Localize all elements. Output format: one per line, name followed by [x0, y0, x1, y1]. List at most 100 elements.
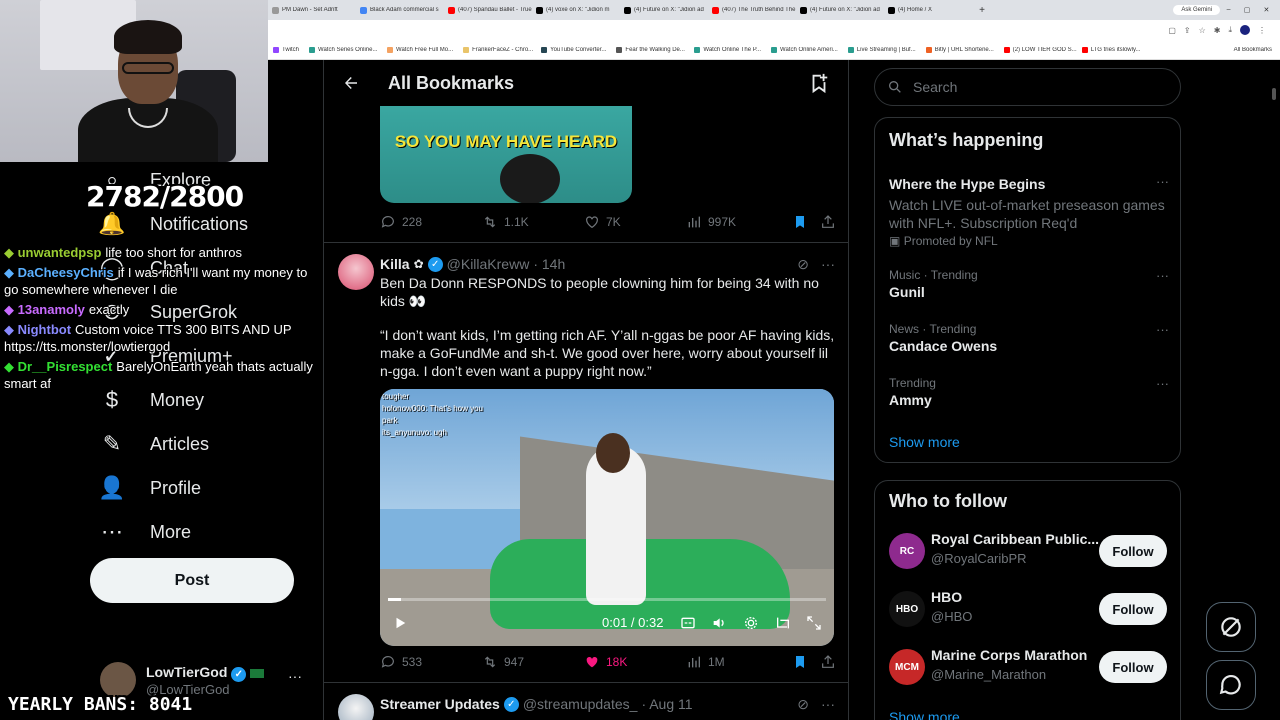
trend-item[interactable]: Music · Trending Gunil ···: [889, 268, 1169, 300]
maximize-button[interactable]: ▢: [1244, 6, 1251, 14]
extensions-puzzle-icon[interactable]: ✱: [1214, 26, 1221, 35]
post-button[interactable]: Post: [90, 558, 294, 603]
browser-tab[interactable]: (4) Home / X: [884, 6, 972, 14]
follow-button[interactable]: Follow: [1099, 535, 1167, 567]
ask-gemini-button[interactable]: Ask Gemini: [1173, 5, 1220, 15]
browser-menu-icon[interactable]: ⋮: [1258, 26, 1266, 35]
bookmark-item[interactable]: Twitch: [268, 46, 304, 53]
share-icon[interactable]: ⇪: [1184, 26, 1191, 35]
show-more-link[interactable]: Show more: [889, 434, 960, 450]
browser-tab[interactable]: PM Dawn - Set Adrift: [268, 6, 356, 14]
nav-item-articles[interactable]: ✎ Articles: [90, 424, 209, 464]
bookmark-button[interactable]: [792, 654, 808, 670]
bookmark-item[interactable]: Watch Series Online...: [304, 46, 382, 53]
nav-item-profile[interactable]: 👤 Profile: [90, 468, 201, 508]
trend-item[interactable]: Trending Ammy ···: [889, 376, 1169, 408]
post-author-name[interactable]: Killa: [380, 256, 410, 272]
post-time[interactable]: · 14h: [533, 256, 565, 272]
account-more-icon[interactable]: ···: [288, 668, 302, 684]
post-more-icon[interactable]: ···: [821, 696, 835, 713]
follow-name[interactable]: Royal Caribbean Public...: [931, 531, 1101, 547]
follow-suggestion[interactable]: HBO HBO @HBO Follow: [889, 589, 1169, 629]
bookmark-item[interactable]: Watch Online Ameri...: [766, 46, 843, 53]
browser-tab[interactable]: (407) Spandau Ballet - True: [444, 6, 532, 14]
grok-icon[interactable]: ⊘: [797, 696, 809, 713]
close-window-button[interactable]: ✕: [1264, 6, 1270, 14]
post-more-icon[interactable]: ···: [821, 256, 835, 273]
trend-more-icon[interactable]: ···: [1156, 174, 1169, 189]
search-input[interactable]: Search: [913, 79, 957, 95]
follow-avatar[interactable]: RC: [889, 533, 925, 569]
bookmark-folder-add-icon[interactable]: [808, 72, 830, 94]
bookmark-item[interactable]: Watch Free Full Mo...: [382, 46, 458, 53]
bookmark-item[interactable]: Fear the Walking De...: [611, 46, 689, 53]
post-avatar[interactable]: [338, 694, 374, 720]
all-bookmarks-button[interactable]: All Bookmarks: [1229, 47, 1280, 53]
bookmark-button[interactable]: [792, 214, 808, 230]
bookmark-item[interactable]: Live Streaming | Buf...: [843, 46, 921, 53]
nav-item-more[interactable]: ⋯ More: [90, 512, 191, 552]
follow-button[interactable]: Follow: [1099, 593, 1167, 625]
fullscreen-button[interactable]: [804, 613, 824, 633]
bookmark-item[interactable]: (2) LOW TIER GOD S...: [999, 46, 1077, 53]
post-author-name[interactable]: Streamer Updates: [380, 696, 500, 712]
grok-icon[interactable]: ⊘: [797, 256, 809, 273]
pip-button[interactable]: [773, 613, 793, 633]
bookmark-item[interactable]: LTG tries itslowly...: [1077, 46, 1146, 53]
browser-tab[interactable]: (4) Future on X: "Jidion ad: [796, 6, 884, 14]
follow-avatar[interactable]: MCM: [889, 649, 925, 685]
bookmark-item[interactable]: FrankerFaceZ - Chro...: [458, 46, 536, 53]
back-button[interactable]: [336, 68, 366, 98]
page-scrollbar[interactable]: [1272, 88, 1276, 100]
follow-name[interactable]: Marine Corps Marathon: [931, 647, 1101, 663]
trend-item[interactable]: News · Trending Candace Owens ···: [889, 322, 1169, 354]
trend-more-icon[interactable]: ···: [1156, 322, 1169, 337]
reply-button[interactable]: 533: [380, 654, 422, 670]
post-avatar[interactable]: [338, 254, 374, 290]
repost-button[interactable]: 1.1K: [482, 214, 529, 230]
follow-suggestion[interactable]: RC Royal Caribbean Public... @RoyalCaribPR…: [889, 531, 1169, 571]
post-author-handle[interactable]: @streamupdates_: [523, 696, 638, 712]
trend-more-icon[interactable]: ···: [1156, 268, 1169, 283]
repost-button[interactable]: 947: [482, 654, 524, 670]
like-button[interactable]: 18K: [584, 654, 627, 670]
follow-suggestion[interactable]: MCM Marine Corps Marathon @Marine_Marathon…: [889, 647, 1169, 687]
post-author-handle[interactable]: @KillaKreww: [447, 256, 530, 272]
follow-avatar[interactable]: HBO: [889, 591, 925, 627]
like-button[interactable]: 7K: [584, 214, 621, 230]
messages-fab-button[interactable]: [1206, 660, 1256, 710]
play-button[interactable]: [390, 613, 410, 633]
post-time[interactable]: · Aug 11: [641, 696, 692, 712]
search-box[interactable]: Search: [874, 68, 1181, 106]
trend-more-icon[interactable]: ···: [1156, 376, 1169, 391]
new-tab-button[interactable]: +: [972, 5, 992, 16]
browser-tab[interactable]: (4) Future on X: "Jidion ad: [620, 6, 708, 14]
browser-tab[interactable]: (407) The Truth Behind The: [708, 6, 796, 14]
reply-button[interactable]: 228: [380, 214, 422, 230]
bookmark-item[interactable]: YouTube Converter...: [536, 46, 611, 53]
follow-name[interactable]: HBO: [931, 589, 1101, 605]
views-button[interactable]: 997K: [686, 214, 736, 230]
browser-tab[interactable]: Black Adam commercial s: [356, 6, 444, 14]
captions-button[interactable]: [678, 613, 698, 633]
extension-icon[interactable]: ▢: [1168, 26, 1176, 35]
browser-tab[interactable]: (4) voxe on X: "Jidion m: [532, 6, 620, 14]
post-video-player[interactable]: tougher holonow000: That's how you park its…: [380, 389, 834, 646]
star-icon[interactable]: ☆: [1199, 26, 1206, 35]
settings-button[interactable]: [741, 613, 761, 633]
volume-button[interactable]: [709, 613, 729, 633]
minimize-button[interactable]: –: [1227, 6, 1231, 14]
views-button[interactable]: 1M: [686, 654, 725, 670]
follow-button[interactable]: Follow: [1099, 651, 1167, 683]
show-more-link[interactable]: Show more: [889, 709, 960, 720]
bookmark-item[interactable]: Watch Online The P...: [689, 46, 766, 53]
grok-fab-button[interactable]: [1206, 602, 1256, 652]
video-progress-bar[interactable]: [388, 598, 826, 601]
share-button[interactable]: [820, 654, 836, 670]
post-video-thumbnail[interactable]: SO YOU MAY HAVE HEARD: [380, 106, 632, 203]
profile-avatar-icon[interactable]: [1240, 25, 1250, 35]
bookmark-item[interactable]: Bitly | URL Shortene...: [921, 46, 999, 53]
promoted-trend[interactable]: Where the Hype Begins Watch LIVE out-of-…: [889, 174, 1169, 248]
share-button[interactable]: [820, 214, 836, 230]
downloads-icon[interactable]: ⤓: [1228, 25, 1232, 35]
